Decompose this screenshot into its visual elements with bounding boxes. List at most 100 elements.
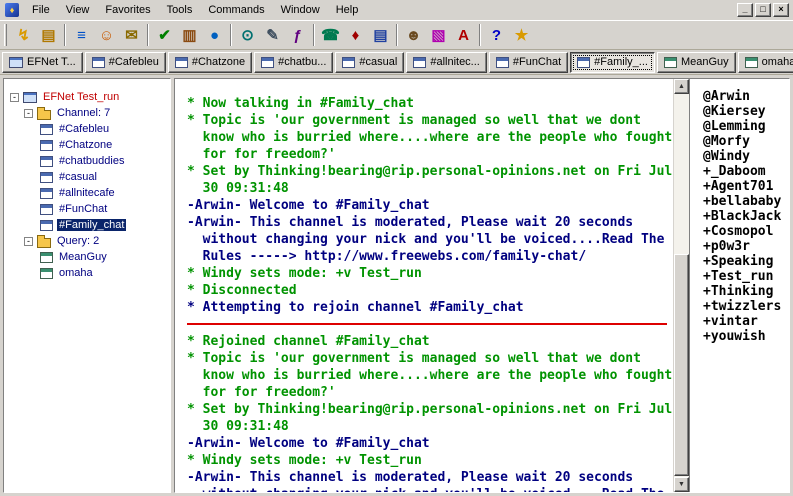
chat-line: without changing your nick and you'll be…	[187, 231, 673, 248]
switchbar-button-chatbu[interactable]: #chatbu...	[254, 52, 333, 73]
nicklist-item[interactable]: @Morfy	[703, 134, 787, 149]
scripts-editor-button[interactable]: ✎	[260, 23, 285, 47]
scroll-down-button[interactable]: ▼	[674, 477, 689, 492]
menu-item-tools[interactable]: Tools	[159, 2, 201, 19]
address-book-button[interactable]: ▥	[177, 23, 202, 47]
tree-item-cafebleu-label: #Cafebleu	[57, 123, 111, 135]
nicklist-item[interactable]: +youwish	[703, 329, 787, 344]
query-button[interactable]: ☺	[94, 23, 119, 47]
notify-list-icon: ✔	[158, 26, 171, 44]
nicklist-item[interactable]: +p0w3r	[703, 239, 787, 254]
tree-item-cafebleu[interactable]: #Cafebleu	[8, 121, 168, 137]
toolbar-separator	[64, 24, 66, 46]
urls-list-button[interactable]: ●	[202, 23, 227, 47]
nicklist-item[interactable]: +_Daboom	[703, 164, 787, 179]
nicklist-item[interactable]: +vintar	[703, 314, 787, 329]
scroll-up-button[interactable]: ▲	[674, 79, 689, 94]
remote-button[interactable]: ☎	[318, 23, 343, 47]
menu-item-view[interactable]: View	[58, 2, 98, 19]
tree-item-meanguy[interactable]: MeanGuy	[8, 249, 168, 265]
channel-icon	[40, 172, 53, 183]
menu-item-commands[interactable]: Commands	[200, 2, 272, 19]
nicklist-item[interactable]: +Speaking	[703, 254, 787, 269]
popups-button[interactable]: ▤	[368, 23, 393, 47]
font-button[interactable]: A	[451, 23, 476, 47]
timers-button[interactable]: ⊙	[235, 23, 260, 47]
switchbar-button-chatzone[interactable]: #Chatzone	[168, 52, 252, 73]
tree-server-efnet-test-run[interactable]: -EFNet Test_run	[8, 89, 168, 105]
menu-item-file[interactable]: File	[24, 2, 58, 19]
notify-list-button[interactable]: ✔	[152, 23, 177, 47]
switchbar-button-allnitec[interactable]: #allnitec...	[406, 52, 487, 73]
nicklist-item[interactable]: @Lemming	[703, 119, 787, 134]
variables-button[interactable]: ƒ	[285, 23, 310, 47]
collapse-icon[interactable]: -	[24, 237, 33, 246]
nicklist-item[interactable]: +Agent701	[703, 179, 787, 194]
chat-line: * Now talking in #Family_chat	[187, 95, 673, 112]
nicklist-item[interactable]: +twizzlers	[703, 299, 787, 314]
switchbar-label: EFNet T...	[27, 56, 76, 68]
toolbar-grip[interactable]	[4, 24, 7, 46]
switchbar-button-efnet-t[interactable]: EFNet T...	[2, 52, 83, 73]
scrollbar-thumb[interactable]	[674, 254, 689, 476]
tree-item-casual-label: #casual	[57, 171, 99, 183]
switchbar-label: #Chatzone	[192, 56, 245, 68]
send-file-button[interactable]: ✉	[119, 23, 144, 47]
options-icon: ▤	[41, 26, 55, 44]
tree-item-family-chat[interactable]: #Family_chat	[8, 217, 168, 233]
tree-item-chatzone[interactable]: #Chatzone	[8, 137, 168, 153]
switchbar-button-meanguy[interactable]: MeanGuy	[657, 52, 736, 73]
menu-item-favorites[interactable]: Favorites	[97, 2, 158, 19]
collapse-icon[interactable]: -	[10, 93, 19, 102]
nicklist-item[interactable]: +Thinking	[703, 284, 787, 299]
chat-line: without changing your nick and you'll be…	[187, 486, 673, 492]
users-list-button[interactable]: ☻	[401, 23, 426, 47]
tree-item-allnitecafe-label: #allnitecafe	[57, 187, 117, 199]
tree-item-omaha[interactable]: omaha	[8, 265, 168, 281]
tree-group-query-2[interactable]: -Query: 2	[8, 233, 168, 249]
menu-item-help[interactable]: Help	[328, 2, 367, 19]
switchbar-label: #allnitec...	[430, 56, 480, 68]
address-book-icon: ▥	[182, 26, 196, 44]
switchbar-button-casual[interactable]: #casual	[335, 52, 404, 73]
main-content: -EFNet Test_run-Channel: 7 #Cafebleu #Chat…	[0, 75, 793, 496]
tree-group-channel-7[interactable]: -Channel: 7	[8, 105, 168, 121]
nicklist-item[interactable]: +bellababy	[703, 194, 787, 209]
nicklist-item[interactable]: +Cosmopol	[703, 224, 787, 239]
tree-item-allnitecafe[interactable]: #allnitecafe	[8, 185, 168, 201]
menu-item-window[interactable]: Window	[273, 2, 328, 19]
switchbar-label: #Cafebleu	[109, 56, 159, 68]
app-icon[interactable]: ♦	[5, 3, 19, 17]
channel-icon	[40, 188, 53, 199]
switchbar-button-omaha[interactable]: omaha	[738, 52, 793, 73]
connect-button[interactable]: ↯	[11, 23, 36, 47]
channels-list-button[interactable]: ≡	[69, 23, 94, 47]
tree-panel: -EFNet Test_run-Channel: 7 #Cafebleu #Chat…	[3, 78, 171, 493]
restore-button[interactable]: □	[755, 3, 771, 17]
nicklist-item[interactable]: @Arwin	[703, 89, 787, 104]
tree-item-funchat[interactable]: #FunChat	[8, 201, 168, 217]
aliases-button[interactable]: ♦	[343, 23, 368, 47]
help-button[interactable]: ?	[484, 23, 509, 47]
collapse-icon[interactable]: -	[24, 109, 33, 118]
switchbar-button-funchat[interactable]: #FunChat	[489, 52, 568, 73]
nicklist-item[interactable]: @Windy	[703, 149, 787, 164]
switchbar-label: #FunChat	[513, 56, 561, 68]
close-button[interactable]: ×	[773, 3, 789, 17]
minimize-button[interactable]: _	[737, 3, 753, 17]
nicklist-item[interactable]: +Test_run	[703, 269, 787, 284]
folder-icon	[37, 110, 51, 120]
switchbar-button-cafebleu[interactable]: #Cafebleu	[85, 52, 166, 73]
tree-item-chatbuddies[interactable]: #chatbuddies	[8, 153, 168, 169]
colors-button[interactable]: ▧	[426, 23, 451, 47]
nicklist-item[interactable]: @Kiersey	[703, 104, 787, 119]
scripts-editor-icon: ✎	[266, 26, 279, 44]
chat-scrollbar[interactable]: ▲ ▼	[673, 79, 689, 492]
mirc-website-button[interactable]: ★	[509, 23, 534, 47]
switchbar-button-family[interactable]: #Family_...	[570, 52, 655, 73]
options-button[interactable]: ▤	[36, 23, 61, 47]
scrollbar-track[interactable]	[674, 94, 689, 477]
tree-item-casual[interactable]: #casual	[8, 169, 168, 185]
nicklist-item[interactable]: +BlackJack	[703, 209, 787, 224]
mirc-window: ♦ FileViewFavoritesToolsCommandsWindowHe…	[0, 0, 793, 496]
